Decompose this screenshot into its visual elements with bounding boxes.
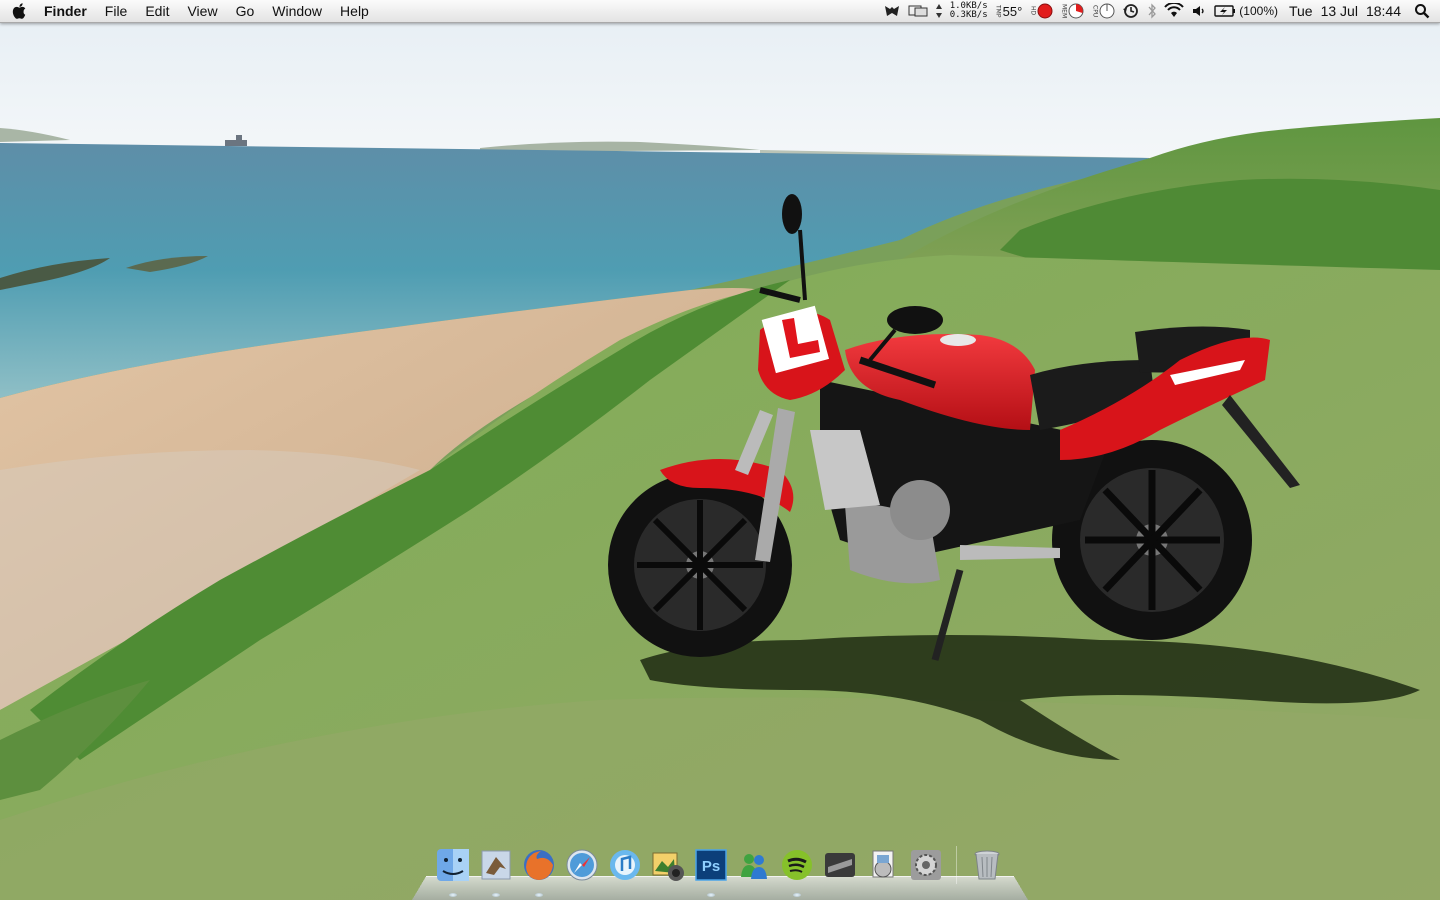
dock-spotify[interactable]: [778, 846, 816, 897]
dock-trash[interactable]: [968, 846, 1006, 884]
temperature-readout[interactable]: TMP 55°: [995, 0, 1023, 22]
net-down-speed: 0.3KB/s: [949, 10, 988, 20]
cpu-label: CPU: [1091, 4, 1099, 18]
menu-go[interactable]: Go: [227, 0, 264, 22]
messenger-icon: [741, 854, 767, 879]
battery-icon: [1214, 5, 1236, 17]
menubar-clock[interactable]: Tue 13 Jul 18:44: [1289, 0, 1401, 22]
growl-icon[interactable]: [883, 0, 901, 22]
dock-firefox[interactable]: [520, 846, 558, 897]
cpu-monitor[interactable]: CPU: [1091, 0, 1115, 22]
iphoto-icon: [652, 852, 684, 881]
dock-safari[interactable]: [563, 846, 601, 884]
cpu-pie-icon: [1099, 3, 1115, 19]
wifi-icon[interactable]: [1164, 0, 1185, 22]
battery-percent: (100%): [1239, 4, 1278, 18]
clock-date: 13 Jul: [1320, 3, 1358, 19]
mem-label: MEM: [1060, 3, 1068, 19]
dock-mail[interactable]: [477, 846, 515, 897]
temperature-value: 55°: [1002, 3, 1023, 19]
menu-help[interactable]: Help: [331, 0, 378, 22]
dock-steam[interactable]: [821, 846, 859, 884]
menu-bar: Finder File Edit View Go Window Help 1.0…: [0, 0, 1440, 23]
apple-menu-icon[interactable]: [0, 0, 38, 22]
menu-view[interactable]: View: [178, 0, 226, 22]
menu-file[interactable]: File: [96, 0, 137, 22]
preview-icon: [872, 850, 894, 878]
steam-icon: [825, 853, 855, 877]
up-down-arrows-icon[interactable]: [935, 0, 943, 22]
running-indicator: [707, 893, 715, 897]
hdd-monitor[interactable]: HD: [1029, 0, 1053, 22]
dock-itunes[interactable]: [606, 846, 644, 884]
finder-icon: [437, 849, 469, 881]
running-indicator: [793, 893, 801, 897]
wallpaper-photo: [0, 0, 1440, 900]
mail-icon: [481, 850, 511, 880]
running-indicator: [449, 893, 457, 897]
spotlight-search-icon[interactable]: [1414, 0, 1430, 22]
desktop-wallpaper: [0, 0, 1440, 900]
dock-iphoto[interactable]: [649, 846, 687, 884]
photoshop-icon: Ps: [695, 849, 727, 881]
dock-finder[interactable]: [434, 846, 472, 897]
dock-preview[interactable]: [864, 846, 902, 884]
dock-photoshop[interactable]: Ps: [692, 846, 730, 897]
safari-icon: [566, 849, 598, 881]
dock: Ps: [412, 846, 1028, 900]
dock-messenger[interactable]: [735, 846, 773, 884]
dock-separator: [956, 846, 957, 884]
temp-label: TMP: [994, 4, 1002, 18]
hdd-label: HD: [1029, 6, 1037, 16]
time-machine-icon[interactable]: [1122, 0, 1140, 22]
trash-icon: [974, 850, 1000, 880]
dock-system-preferences[interactable]: [907, 846, 945, 884]
menu-edit[interactable]: Edit: [136, 0, 178, 22]
memory-monitor[interactable]: MEM: [1060, 0, 1084, 22]
firefox-icon: [524, 850, 554, 880]
system-preferences-icon: [911, 850, 941, 880]
hdd-pie-icon: [1037, 3, 1053, 19]
itunes-icon: [610, 850, 640, 880]
running-indicator: [535, 893, 543, 897]
battery-indicator[interactable]: (100%): [1214, 0, 1278, 22]
bluetooth-icon[interactable]: [1147, 0, 1157, 22]
menu-app-name[interactable]: Finder: [38, 0, 96, 22]
display-mirror-icon[interactable]: [908, 0, 928, 22]
running-indicator: [492, 893, 500, 897]
clock-day: Tue: [1288, 3, 1313, 19]
volume-icon[interactable]: [1191, 0, 1207, 22]
photoshop-label: Ps: [702, 858, 720, 875]
network-speed-readout[interactable]: 1.0KB/s 0.3KB/s: [950, 0, 988, 22]
clock-time: 18:44: [1365, 3, 1401, 19]
spotify-icon: [782, 850, 812, 880]
memory-pie-icon: [1068, 3, 1084, 19]
menu-window[interactable]: Window: [263, 0, 331, 22]
